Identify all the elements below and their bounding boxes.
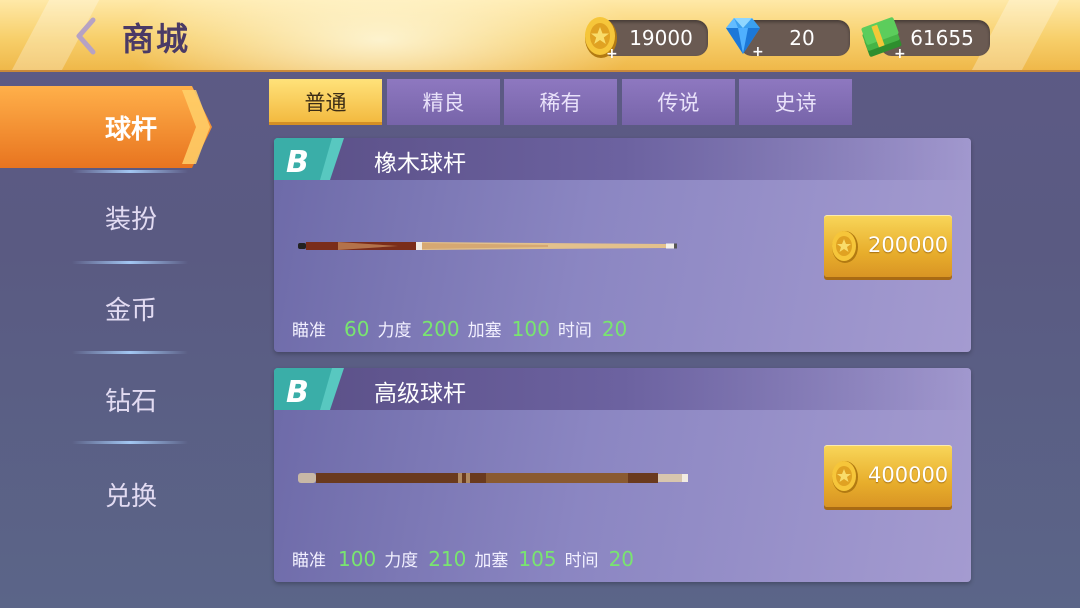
buy-button[interactable]: 400000	[824, 445, 952, 507]
sidebar-item-cue[interactable]: 球杆	[0, 92, 262, 162]
stat-aim-value: 100	[338, 547, 377, 571]
svg-text:+: +	[752, 44, 764, 58]
cue-stick-image	[298, 242, 677, 250]
tab-label: 史诗	[774, 91, 817, 115]
stat-time-value: 20	[608, 547, 635, 571]
stat-power-label: 力度	[384, 551, 419, 571]
stat-time-label: 时间	[557, 321, 592, 341]
stat-aim-label: 瞄准	[292, 321, 326, 341]
sidebar-divider	[72, 170, 188, 173]
item-name: 高级球杆	[374, 381, 466, 407]
stat-power-label: 力度	[377, 321, 412, 341]
tab-label: 稀有	[539, 91, 582, 115]
page-title: 商城	[122, 20, 191, 58]
tier-label: B	[286, 375, 309, 410]
sidebar-divider	[72, 351, 188, 354]
tier-label: B	[286, 145, 309, 180]
diamond-balance-value: 20	[789, 26, 815, 50]
tab-label: 普通	[304, 91, 347, 115]
cue-stick-image	[298, 473, 688, 483]
stat-power-value: 200	[421, 317, 460, 341]
stat-spin-value: 100	[511, 317, 550, 341]
stat-spin-label: 加塞	[467, 321, 502, 341]
svg-text:+: +	[606, 46, 618, 60]
buy-button[interactable]: 200000	[824, 215, 952, 277]
tab-label: 精良	[422, 91, 465, 115]
sidebar-item-label: 金币	[104, 295, 157, 326]
sidebar-item-outfit[interactable]: 装扮	[0, 182, 262, 252]
item-price: 200000	[868, 233, 949, 257]
stat-time-label: 时间	[564, 551, 599, 571]
item-price: 400000	[868, 463, 949, 487]
stat-aim-label: 瞄准	[292, 551, 326, 571]
tier-badge: B	[274, 368, 344, 410]
stat-spin-value: 105	[518, 547, 557, 571]
tab-epic[interactable]: 史诗	[739, 79, 852, 125]
sidebar-item-diamonds[interactable]: 钻石	[0, 364, 262, 434]
gold-coin-icon[interactable]: +	[584, 14, 620, 60]
sidebar-item-coins[interactable]: 金币	[0, 273, 262, 343]
stat-aim-value: 60	[344, 317, 370, 341]
sidebar-item-label: 球杆	[104, 114, 157, 145]
tab-legendary[interactable]: 传说	[622, 79, 735, 125]
back-button[interactable]	[66, 14, 106, 58]
stat-spin-label: 加塞	[474, 551, 509, 571]
coin-balance-value: 19000	[629, 26, 693, 50]
sidebar-divider	[72, 441, 188, 444]
top-bar-glow	[120, 0, 640, 70]
item-name: 橡木球杆	[374, 151, 466, 177]
sidebar-item-label: 装扮	[104, 204, 157, 235]
tab-fine[interactable]: 精良	[387, 79, 500, 125]
sidebar-divider	[72, 261, 188, 264]
item-card[interactable]: B 橡木球杆 瞄准 60 力度 200 加塞 100 时间 20 200000	[274, 138, 971, 352]
tier-badge: B	[274, 138, 344, 180]
chevron-left-icon	[76, 17, 96, 55]
tab-label: 传说	[657, 91, 700, 115]
tab-common[interactable]: 普通	[269, 79, 382, 125]
gold-coin-icon	[832, 231, 858, 263]
item-stats: 瞄准 60 力度 200 加塞 100 时间 20	[292, 316, 635, 341]
stat-power-value: 210	[428, 547, 467, 571]
stat-time-value: 20	[601, 317, 628, 341]
cash-stack-icon[interactable]: +	[860, 16, 908, 60]
diamond-icon[interactable]: +	[720, 16, 766, 58]
item-stats: 瞄准 100 力度 210 加塞 105 时间 20	[292, 546, 642, 571]
gold-coin-icon	[832, 461, 858, 493]
sidebar-item-label: 钻石	[104, 386, 157, 417]
top-bar: 商城 19000 + 20 + 61655 +	[0, 0, 1080, 72]
tab-rare[interactable]: 稀有	[504, 79, 617, 125]
sidebar-item-exchange[interactable]: 兑换	[0, 459, 262, 529]
item-card[interactable]: B 高级球杆 瞄准 100 力度 210 加塞 105 时间 20 400000	[274, 368, 971, 582]
sidebar-item-label: 兑换	[104, 481, 157, 512]
svg-text:+: +	[894, 46, 906, 60]
